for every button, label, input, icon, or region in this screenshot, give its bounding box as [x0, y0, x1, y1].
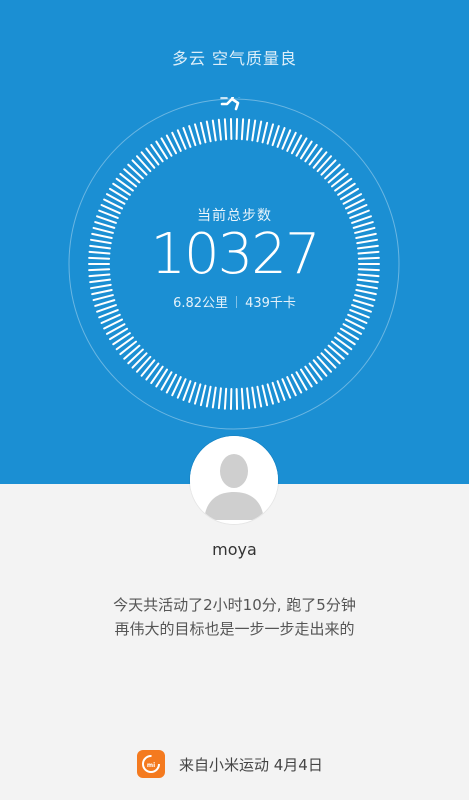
activity-summary-line: 今天共活动了2小时10分, 跑了5分钟	[113, 596, 356, 614]
step-summary-panel: 多云 空气质量良 当前总步数 10327 6.82公里 439千卡	[0, 0, 469, 484]
username: moya	[212, 540, 257, 559]
svg-text:mi: mi	[147, 762, 155, 769]
source-attribution: mi 来自小米运动 4月4日	[137, 750, 323, 778]
steps-count: 10327	[150, 222, 320, 287]
activity-stats: 6.82公里 439千卡	[0, 292, 469, 311]
default-avatar-icon	[190, 436, 278, 524]
motivation-line: 再伟大的目标也是一步一步走出来的	[114, 620, 355, 638]
calories-value: 439千卡	[245, 296, 296, 311]
share-card: 多云 空气质量良 当前总步数 10327 6.82公里 439千卡 moya 今…	[0, 0, 469, 800]
stats-divider	[236, 295, 238, 308]
source-text: 来自小米运动 4月4日	[179, 755, 323, 774]
mi-fit-app-icon: mi	[137, 750, 165, 778]
weather-status: 多云 空气质量良	[171, 49, 298, 68]
avatar[interactable]	[190, 436, 278, 524]
distance-value: 6.82公里	[173, 296, 229, 311]
